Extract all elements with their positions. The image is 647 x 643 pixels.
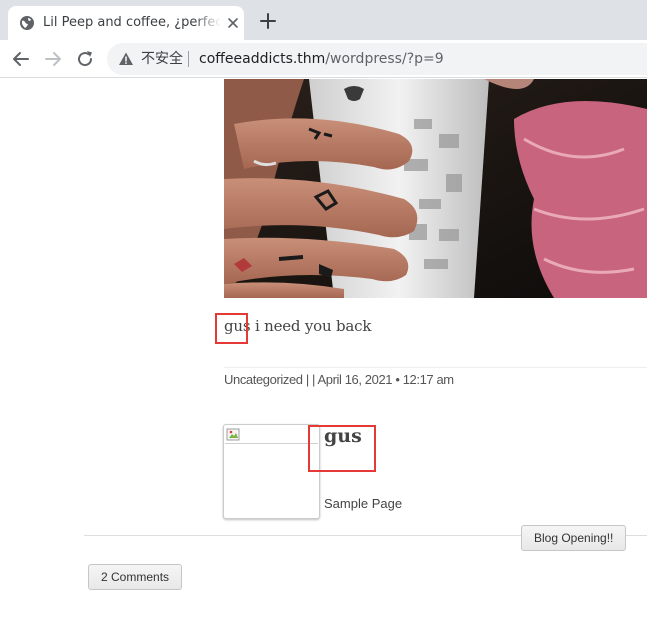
close-icon[interactable] — [225, 15, 241, 31]
post-content: gus i need you back — [224, 315, 371, 337]
url-path: /wordpress/?p=9 — [325, 51, 444, 67]
post-text-highlight: gus — [224, 317, 251, 335]
page-viewport: gus i need you back Uncategorized | | Ap… — [0, 79, 647, 643]
url-text[interactable]: coffeeaddicts.thm/wordpress/?p=9 — [199, 50, 444, 68]
comments-button[interactable]: 2 Comments — [88, 564, 183, 590]
photo-hand-holding-coffee-cup — [224, 79, 647, 298]
tab-title: Lil Peep and coffee, ¿perfect combinatio… — [43, 15, 221, 30]
post-text-rest: i need you back — [250, 317, 372, 335]
avatar-divider — [225, 443, 318, 444]
sample-page-link[interactable]: Sample Page — [324, 495, 402, 513]
reload-icon[interactable] — [75, 49, 95, 69]
plus-icon[interactable] — [258, 11, 278, 31]
author-avatar[interactable] — [223, 424, 320, 519]
author-name[interactable]: gus — [324, 424, 362, 448]
url-host: coffeeaddicts.thm — [199, 51, 326, 67]
security-label[interactable]: 不安全 — [141, 50, 183, 68]
arrow-right-icon[interactable] — [43, 49, 63, 69]
post-meta: Uncategorized | | April 16, 2021 • 12:17… — [224, 372, 454, 387]
address-bar[interactable]: 不安全 coffeeaddicts.thm/wordpress/?p=9 — [107, 43, 647, 75]
post-featured-image — [224, 79, 647, 298]
meta-divider — [224, 367, 647, 368]
omnibox-divider — [188, 51, 189, 67]
arrow-left-icon[interactable] — [11, 49, 31, 69]
broken-image-icon — [226, 428, 240, 441]
next-post-button[interactable]: Blog Opening!! — [521, 525, 627, 551]
tab-strip: Lil Peep and coffee, ¿perfect combinatio… — [0, 0, 647, 40]
browser-toolbar: 不安全 coffeeaddicts.thm/wordpress/?p=9 — [0, 40, 647, 78]
active-tab[interactable]: Lil Peep and coffee, ¿perfect combinatio… — [8, 6, 244, 40]
globe-icon — [20, 16, 34, 30]
warning-triangle-icon[interactable] — [118, 51, 134, 67]
